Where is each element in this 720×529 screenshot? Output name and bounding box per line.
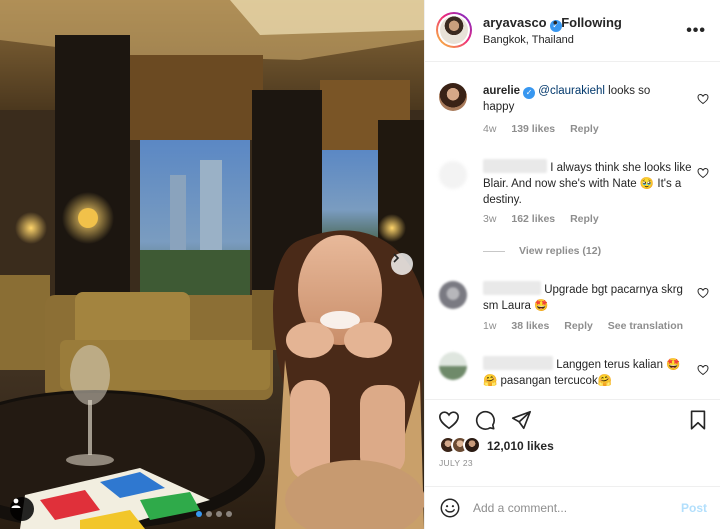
follow-status[interactable]: • Following	[553, 15, 622, 30]
comment-age: 4w	[483, 123, 497, 135]
heart-icon[interactable]	[438, 409, 460, 431]
verified-badge-icon: ✓	[523, 87, 536, 99]
view-replies-button[interactable]: View replies (12)	[483, 245, 601, 257]
comment-text: Upgrade bgt pacarnya skrg sm Laura 🤩	[483, 281, 695, 314]
comment-meta: 4w 139 likes Reply	[483, 123, 611, 135]
photo-scene	[0, 0, 424, 529]
following-button[interactable]: Following	[561, 15, 622, 30]
post-date[interactable]: JULY 23	[439, 458, 473, 468]
next-photo-button[interactable]	[391, 253, 413, 275]
comment-input[interactable]	[473, 498, 663, 518]
likers-avatars[interactable]	[439, 436, 489, 454]
comment-text: I always think she looks like Blair. And…	[483, 159, 693, 208]
author-username[interactable]: aryavasco ✓	[483, 15, 562, 32]
comment-meta: 3w 162 likes Reply	[483, 213, 611, 225]
redacted-username	[483, 356, 553, 370]
commenter-avatar[interactable]	[439, 352, 467, 380]
post-comment-button[interactable]: Post	[681, 501, 707, 515]
likes-count[interactable]: 12,010 likes	[487, 439, 554, 453]
redacted-username	[483, 281, 541, 295]
likes-label[interactable]: likes	[527, 439, 554, 453]
comment-heart-icon[interactable]	[697, 93, 709, 105]
carousel-dot	[196, 511, 202, 517]
comment-likes[interactable]: 139 likes	[511, 123, 555, 135]
more-options-icon[interactable]: •••	[686, 22, 706, 40]
commenter-avatar[interactable]	[439, 83, 467, 111]
comment-heart-icon[interactable]	[697, 364, 709, 376]
post-location[interactable]: Bangkok, Thailand	[483, 34, 574, 46]
post-header: aryavasco ✓ • Following Bangkok, Thailand…	[425, 0, 720, 62]
paper-plane-icon[interactable]	[510, 409, 532, 431]
comment-heart-icon[interactable]	[697, 287, 709, 299]
user-tag-icon	[11, 498, 21, 508]
see-translation-button[interactable]: See translation	[608, 320, 683, 332]
reply-button[interactable]: Reply	[570, 123, 599, 135]
author-username-text[interactable]: aryavasco	[483, 15, 547, 30]
comment-age: 3w	[483, 213, 497, 225]
carousel-dot	[216, 511, 222, 517]
chevron-right-icon	[393, 253, 400, 263]
comments-list[interactable]: aurelie ✓ @claurakiehl looks so happy 4w …	[425, 63, 720, 399]
reply-button[interactable]: Reply	[564, 320, 593, 332]
tagged-users-button[interactable]	[10, 497, 34, 521]
comment-text: Langgen terus kalian 🤩🤗 pasangan tercuco…	[483, 356, 683, 389]
emoji-icon[interactable]	[439, 497, 461, 519]
comment-meta: 1w 38 likes Reply See translation	[483, 320, 695, 332]
author-avatar[interactable]	[436, 12, 472, 48]
bookmark-icon[interactable]	[687, 409, 709, 431]
commenter-avatar[interactable]	[439, 161, 467, 189]
header-separator: •	[553, 15, 558, 30]
comment-text: aurelie ✓ @claurakiehl looks so happy	[483, 83, 683, 115]
comment-heart-icon[interactable]	[697, 167, 709, 179]
comment-age: 1w	[483, 320, 497, 332]
comment-composer: Post	[425, 486, 720, 529]
comment-mention[interactable]: @claurakiehl	[538, 85, 605, 97]
carousel-indicator	[196, 511, 232, 517]
comment-icon[interactable]	[474, 409, 496, 431]
view-replies-label[interactable]: View replies (12)	[519, 245, 601, 257]
likes-number[interactable]: 12,010	[487, 439, 524, 453]
carousel-dot	[226, 511, 232, 517]
post-photo[interactable]	[0, 0, 424, 529]
commenter-username[interactable]: aurelie	[483, 85, 520, 97]
comment-likes[interactable]: 38 likes	[511, 320, 549, 332]
commenter-avatar[interactable]	[439, 281, 467, 309]
post-details-panel: aryavasco ✓ • Following Bangkok, Thailand…	[424, 0, 720, 529]
redacted-username	[483, 159, 547, 173]
replies-divider	[483, 250, 505, 252]
liker-avatar[interactable]	[463, 436, 481, 454]
reply-button[interactable]: Reply	[570, 213, 599, 225]
comment-likes[interactable]: 162 likes	[511, 213, 555, 225]
carousel-dot	[206, 511, 212, 517]
